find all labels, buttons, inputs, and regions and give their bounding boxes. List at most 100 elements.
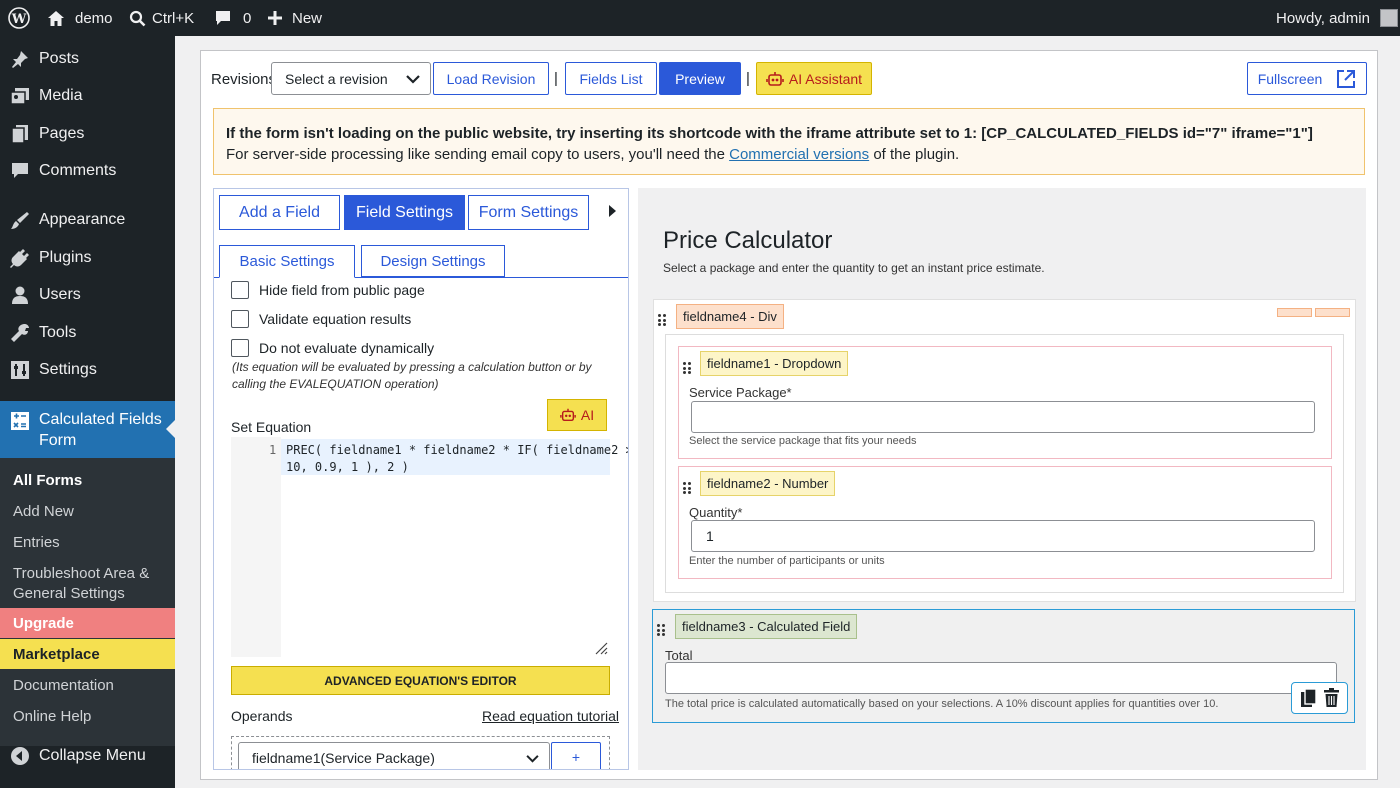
tab-add-a-field-label: Add a Field (239, 203, 320, 221)
plus-icon (268, 11, 282, 25)
menu-appearance[interactable]: Appearance (0, 202, 175, 238)
submenu: All Forms Add New Entries Troubleshoot A… (0, 458, 175, 746)
toolbar-separator: | (554, 70, 558, 87)
menu-settings-label: Settings (39, 361, 97, 378)
plug-icon (10, 249, 29, 268)
menu-pages[interactable]: Pages (0, 116, 175, 152)
submenu-troubleshoot-1[interactable]: Troubleshoot Area & (13, 565, 149, 582)
submenu-troubleshoot-2[interactable]: General Settings (13, 585, 125, 602)
collapse-icon (11, 747, 29, 765)
div-field-tag[interactable]: fieldname4 - Div (676, 304, 784, 329)
subtab-design-settings-label: Design Settings (380, 252, 486, 270)
no-eval-checkbox[interactable] (231, 339, 249, 357)
quantity-input[interactable]: 1 (691, 520, 1315, 552)
calculated-field[interactable]: fieldname3 - Calculated Field Total The … (652, 609, 1355, 723)
drag-handle-icon[interactable] (683, 482, 691, 494)
menu-plugins-label: Plugins (39, 249, 92, 266)
menu-users[interactable]: Users (0, 277, 175, 313)
collapse-menu[interactable]: Collapse Menu (0, 738, 175, 774)
validate-checkbox[interactable] (231, 310, 249, 328)
no-eval-label: Do not evaluate dynamically (259, 340, 435, 356)
new-label: New (292, 9, 323, 27)
ai-equation-button[interactable]: AI (547, 399, 607, 431)
trash-icon[interactable] (1323, 688, 1340, 708)
resize-handle-icon[interactable] (594, 641, 608, 655)
submenu-documentation[interactable]: Documentation (13, 677, 114, 694)
drag-handle-icon[interactable] (658, 314, 666, 326)
menu-calculated-fields-form[interactable]: Calculated Fields Form (0, 401, 175, 458)
service-package-select[interactable] (691, 401, 1315, 433)
code-line-1: PREC( fieldname1 * fieldname2 * IF( fiel… (286, 443, 629, 457)
menu-tools[interactable]: Tools (0, 315, 175, 351)
tab-scroll-right-icon[interactable] (607, 204, 617, 218)
advanced-equation-editor-button[interactable]: ADVANCED EQUATION'S EDITOR (231, 666, 610, 695)
menu-media[interactable]: Media (0, 78, 175, 114)
tab-field-settings[interactable]: Field Settings (344, 195, 465, 230)
greeting: Howdy, admin (1276, 9, 1370, 27)
menu-plugins[interactable]: Plugins (0, 240, 175, 276)
commercial-versions-link[interactable]: Commercial versions (729, 146, 869, 163)
div-action-1[interactable] (1277, 308, 1312, 317)
calculated-label: Total (665, 648, 693, 663)
menu-media-label: Media (39, 87, 83, 104)
hide-field-checkbox[interactable] (231, 281, 249, 299)
equation-tutorial-link[interactable]: Read equation tutorial (482, 708, 619, 724)
tab-form-settings[interactable]: Form Settings (468, 195, 589, 230)
menu-comments-label: Comments (39, 162, 117, 179)
user-icon (12, 286, 28, 304)
calculated-help: The total price is calculated automatica… (665, 698, 1219, 710)
submenu-marketplace[interactable]: Marketplace (0, 639, 175, 669)
subtab-design-settings[interactable]: Design Settings (361, 245, 505, 277)
revision-select[interactable]: Select a revision (271, 62, 431, 95)
submenu-upgrade-label: Upgrade (13, 615, 74, 632)
comment-icon (216, 10, 230, 25)
fields-list-button[interactable]: Fields List (565, 62, 657, 95)
subtab-basic-settings[interactable]: Basic Settings (219, 245, 355, 278)
form-preview: Price Calculator Select a package and en… (638, 188, 1366, 770)
total-input[interactable] (665, 662, 1337, 694)
operand-select[interactable]: fieldname1(Service Package) (238, 742, 550, 769)
search-shortcut[interactable]: Ctrl+K (129, 0, 194, 36)
submenu-all-forms[interactable]: All Forms (13, 472, 82, 489)
menu-posts[interactable]: Posts (0, 41, 175, 77)
submenu-entries[interactable]: Entries (13, 534, 60, 551)
pushpin-icon (12, 51, 28, 68)
drag-handle-icon[interactable] (657, 624, 665, 636)
preview-button[interactable]: Preview (659, 62, 741, 95)
equation-editor[interactable]: 1 PREC( fieldname1 * fieldname2 * IF( fi… (231, 437, 628, 657)
tab-add-a-field[interactable]: Add a Field (219, 195, 340, 230)
div-container[interactable]: fieldname4 - Div fieldname1 - Dropdown S… (653, 299, 1356, 602)
menu-settings[interactable]: Settings (0, 352, 175, 388)
validate-option: Validate equation results (231, 310, 411, 328)
menu-cff-label-2: Form (39, 432, 77, 449)
submenu-add-new[interactable]: Add New (13, 503, 74, 520)
wordpress-logo-icon[interactable]: W (8, 0, 30, 36)
dropdown-field[interactable]: fieldname1 - Dropdown Service Package* S… (678, 346, 1332, 459)
div-action-2[interactable] (1315, 308, 1350, 317)
fullscreen-label: Fullscreen (1257, 70, 1323, 87)
menu-comments[interactable]: Comments (0, 153, 175, 189)
dropdown-label: Service Package* (689, 385, 792, 400)
submenu-upgrade[interactable]: Upgrade (0, 608, 175, 638)
account-menu[interactable]: Howdy, admin (1276, 0, 1398, 36)
ai-assistant-button[interactable]: AI Assistant (756, 62, 872, 95)
drag-handle-icon[interactable] (683, 362, 691, 374)
editor-gutter (231, 437, 281, 657)
site-home-link[interactable]: demo (47, 0, 113, 36)
form-description: Select a package and enter the quantity … (663, 261, 1045, 275)
comments-link[interactable]: 0 (214, 0, 251, 36)
copy-icon[interactable] (1300, 688, 1318, 708)
load-revision-button[interactable]: Load Revision (433, 62, 549, 95)
number-field[interactable]: fieldname2 - Number Quantity* 1 Enter th… (678, 466, 1332, 579)
new-content-link[interactable]: New (267, 0, 322, 36)
code-line-2: 10, 0.9, 1 ), 2 ) (286, 460, 409, 474)
submenu-online-help[interactable]: Online Help (13, 708, 91, 725)
fullscreen-button[interactable]: Fullscreen (1247, 62, 1367, 95)
add-operand-button[interactable]: + (551, 742, 601, 769)
admin-sidebar: Posts Media Pages Comments Appearance Pl… (0, 36, 175, 788)
dropdown-field-tag: fieldname1 - Dropdown (700, 351, 849, 376)
site-name: demo (75, 9, 113, 27)
operand-select-value: fieldname1(Service Package) (252, 750, 435, 766)
dropdown-help: Select the service package that fits you… (689, 435, 917, 447)
menu-appearance-label: Appearance (39, 211, 126, 228)
